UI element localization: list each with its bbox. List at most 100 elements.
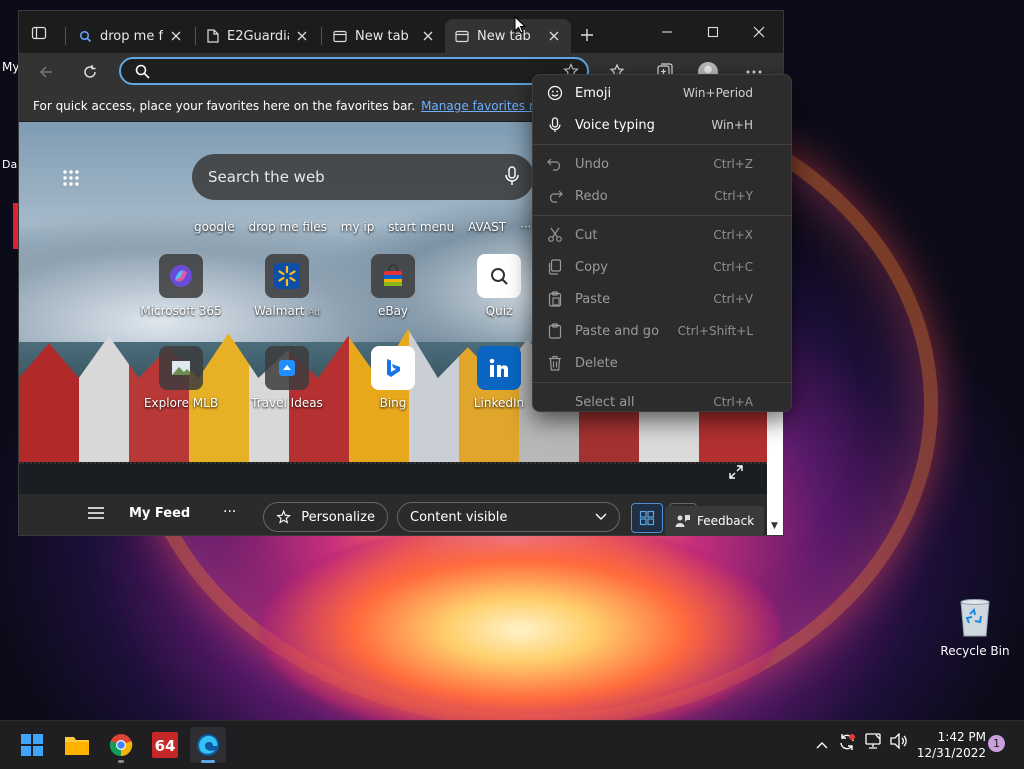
recycle-bin[interactable]: Recycle Bin xyxy=(940,596,1010,658)
menu-item-label: Delete xyxy=(575,355,618,371)
sparkle-star-icon xyxy=(276,509,291,524)
tile-ad-badge: Ad xyxy=(308,308,320,318)
quick-link[interactable]: my ip xyxy=(341,220,375,234)
menu-item-paste[interactable]: Paste Ctrl+V xyxy=(533,283,791,315)
tile-explore-mlb[interactable]: Explore MLB xyxy=(131,346,231,410)
tab-close-button[interactable] xyxy=(421,29,435,43)
menu-item-label: Select all xyxy=(575,394,635,410)
quick-link[interactable]: start menu xyxy=(388,220,454,234)
menu-item-cut[interactable]: Cut Ctrl+X xyxy=(533,219,791,251)
close-icon xyxy=(753,26,765,38)
taskbar-chrome[interactable] xyxy=(103,727,139,763)
tab-actions-icon xyxy=(31,26,47,40)
expand-background-button[interactable] xyxy=(729,464,743,483)
menu-item-redo[interactable]: Redo Ctrl+Y xyxy=(533,180,791,212)
menu-separator xyxy=(533,382,791,383)
personalize-button[interactable]: Personalize xyxy=(263,502,388,532)
web-search-box[interactable]: Search the web xyxy=(192,154,534,200)
menu-item-emoji[interactable]: Emoji Win+Period xyxy=(533,77,791,109)
refresh-button[interactable] xyxy=(77,59,103,85)
menu-item-label: Paste xyxy=(575,291,611,307)
menu-item-select-all[interactable]: Select all Ctrl+A xyxy=(533,386,791,418)
new-tab-button[interactable] xyxy=(577,25,597,45)
scroll-down-arrow[interactable]: ▼ xyxy=(771,521,778,531)
quick-link[interactable]: AVAST xyxy=(468,220,506,234)
minimize-button[interactable] xyxy=(655,21,679,43)
search-icon xyxy=(79,30,92,42)
menu-item-paste-and-go[interactable]: Paste and go Ctrl+Shift+L xyxy=(533,315,791,347)
menu-item-shortcut: Ctrl+Y xyxy=(714,189,753,203)
layout-grid-button[interactable] xyxy=(631,503,663,533)
running-indicator xyxy=(201,760,215,763)
recycle-bin-icon xyxy=(953,596,997,640)
menu-item-delete[interactable]: Delete xyxy=(533,347,791,379)
menu-item-label: Copy xyxy=(575,259,608,275)
tab-close-button[interactable] xyxy=(295,29,309,43)
search-tile-icon xyxy=(477,254,521,298)
tile-label: Bing xyxy=(379,396,407,410)
ebay-icon xyxy=(371,254,415,298)
address-input[interactable] xyxy=(160,62,563,80)
close-icon xyxy=(549,31,559,41)
feedback-button[interactable]: Feedback xyxy=(665,506,765,535)
voice-search-button[interactable] xyxy=(504,166,520,190)
tile-microsoft-365[interactable]: Microsoft 365 xyxy=(131,254,231,318)
content-visibility-dropdown[interactable]: Content visible xyxy=(397,502,620,532)
quick-link[interactable]: google xyxy=(194,220,235,234)
background-image-waterfront xyxy=(19,462,767,494)
taskbar-file-explorer[interactable] xyxy=(59,727,95,763)
back-button[interactable] xyxy=(33,59,59,85)
my-feed-title[interactable]: My Feed xyxy=(129,506,190,521)
taskbar-aida64[interactable]: 64 xyxy=(147,727,183,763)
network-tray-button[interactable] xyxy=(864,733,882,753)
clock-time: 1:42 PM xyxy=(937,730,986,744)
paste-icon xyxy=(547,291,563,307)
tile-ebay[interactable]: eBay xyxy=(343,254,443,318)
tile-label: eBay xyxy=(377,304,409,318)
show-hidden-icons-button[interactable] xyxy=(816,735,828,754)
menu-item-shortcut: Ctrl+V xyxy=(713,292,753,306)
tile-bing[interactable]: Bing xyxy=(343,346,443,410)
menu-item-label: Voice typing xyxy=(575,117,655,133)
start-button[interactable] xyxy=(14,727,50,763)
tab-e2guardian[interactable]: E2Guardian xyxy=(197,19,319,53)
desktop-icon-label-partial-2[interactable]: Da xyxy=(2,158,17,171)
tab-new-tab[interactable]: New tab xyxy=(323,19,445,53)
quick-links-more-button[interactable]: ··· xyxy=(520,220,531,234)
tab-close-button[interactable] xyxy=(169,29,183,43)
arrow-left-icon xyxy=(39,66,52,78)
file-explorer-icon xyxy=(65,737,89,755)
maximize-button[interactable] xyxy=(701,21,725,43)
taskbar-clock[interactable]: 1:42 PM 12/31/2022 xyxy=(914,729,986,761)
feed-more-button[interactable]: ··· xyxy=(223,504,236,520)
quick-link[interactable]: drop me files xyxy=(248,220,326,234)
menu-separator xyxy=(533,215,791,216)
address-bar[interactable] xyxy=(119,57,589,85)
hamburger-icon xyxy=(88,507,104,519)
tab-actions-button[interactable] xyxy=(29,23,49,43)
app-launcher-button[interactable] xyxy=(59,166,83,190)
tab-close-button[interactable] xyxy=(547,29,561,43)
tab-separator xyxy=(321,27,322,45)
feed-menu-button[interactable] xyxy=(87,506,105,524)
menu-item-voice-typing[interactable]: Voice typing Win+H xyxy=(533,109,791,141)
menu-item-undo[interactable]: Undo Ctrl+Z xyxy=(533,148,791,180)
sync-tray-button[interactable] xyxy=(838,733,856,755)
taskbar-edge[interactable] xyxy=(190,727,226,763)
tab-new-tab-active[interactable]: New tab xyxy=(445,19,571,53)
desktop-icon-label-partial[interactable]: My xyxy=(2,60,19,74)
paste-go-icon xyxy=(547,323,563,339)
menu-item-copy[interactable]: Copy Ctrl+C xyxy=(533,251,791,283)
plus-icon xyxy=(581,29,593,41)
mlb-icon xyxy=(159,346,203,390)
tab-drop-me-files[interactable]: drop me files xyxy=(69,19,193,53)
menu-item-label: Redo xyxy=(575,188,608,204)
tile-walmart[interactable]: Walmart Ad xyxy=(237,254,337,318)
volume-tray-button[interactable] xyxy=(890,732,908,753)
feedback-person-icon xyxy=(675,515,690,527)
chrome-icon xyxy=(109,734,133,757)
notification-badge[interactable]: 1 xyxy=(988,735,1005,752)
tile-travel-ideas[interactable]: Travel Ideas xyxy=(237,346,337,410)
sync-icon xyxy=(840,734,855,750)
close-window-button[interactable] xyxy=(747,21,771,43)
